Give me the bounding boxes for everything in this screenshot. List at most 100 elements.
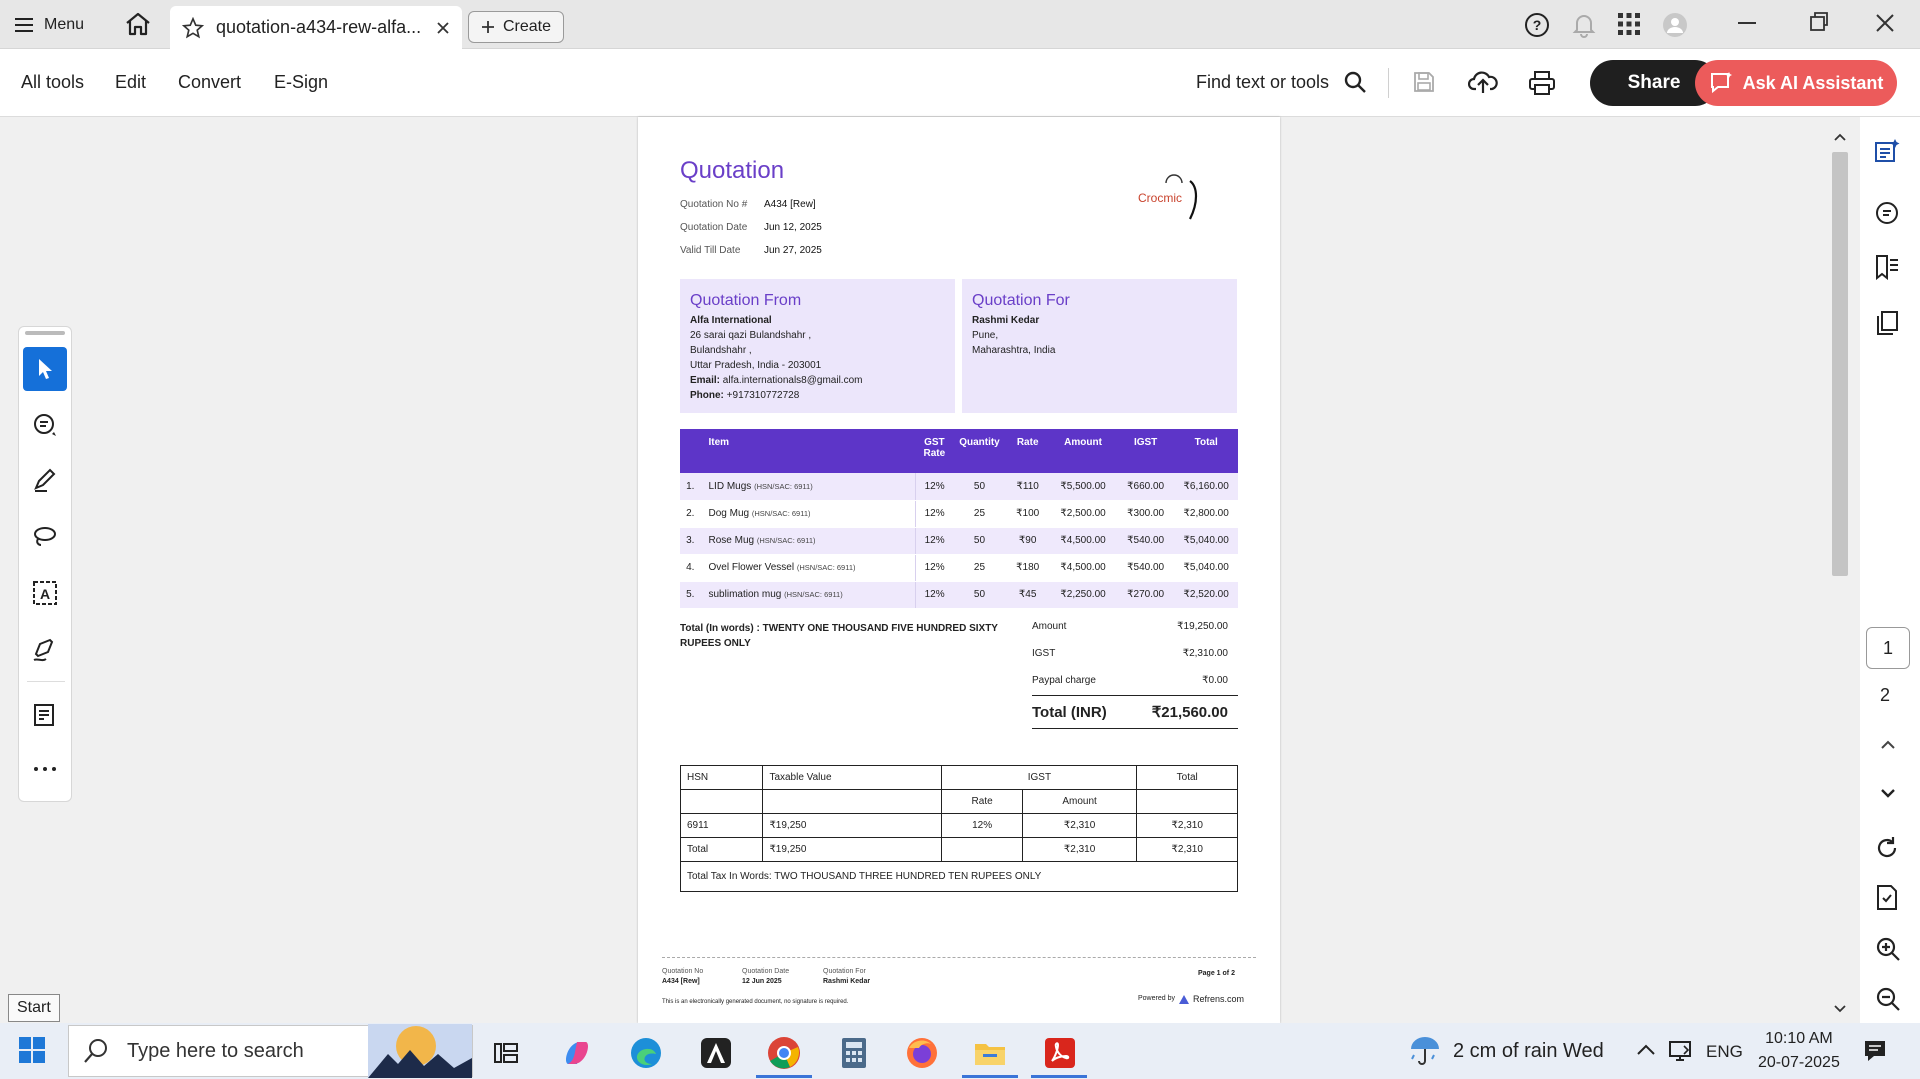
- profile-button[interactable]: [1662, 12, 1688, 38]
- item-hsn: (HSN/SAC: 6911): [784, 590, 843, 599]
- document-tab[interactable]: quotation-a434-rew-alfa...: [170, 6, 462, 49]
- menu-e-sign[interactable]: E-Sign: [274, 72, 328, 93]
- item-gst: 12%: [915, 554, 953, 582]
- for-heading: Quotation For: [972, 292, 1070, 309]
- draw-tool[interactable]: [23, 515, 67, 559]
- show-hidden-icons-button[interactable]: [1636, 1042, 1656, 1056]
- item-gst: 12%: [915, 473, 953, 501]
- company-logo: Crocmic: [1138, 169, 1208, 231]
- col-item: Item: [700, 429, 916, 473]
- maximize-button[interactable]: [1808, 8, 1830, 38]
- zoom-out-button[interactable]: [1875, 986, 1901, 1012]
- next-page-button[interactable]: [1880, 788, 1896, 798]
- svg-text:?: ?: [1533, 17, 1542, 33]
- edge-button[interactable]: [626, 1033, 666, 1073]
- bookmarks-button[interactable]: [1874, 254, 1900, 280]
- notification-center-button[interactable]: [1862, 1038, 1888, 1064]
- folder-icon: [975, 1044, 1005, 1065]
- zoom-out-icon: [1876, 987, 1900, 1011]
- zoom-in-button[interactable]: [1875, 936, 1901, 962]
- close-icon: [1876, 14, 1894, 32]
- item-name-cell: Rose Mug (HSN/SAC: 6911): [700, 527, 917, 555]
- close-window-button[interactable]: [1874, 8, 1896, 38]
- tax-words-row: Total Tax In Words: TWO THOUSAND THREE H…: [680, 861, 1238, 892]
- help-button[interactable]: ?: [1524, 12, 1550, 38]
- comment-tool[interactable]: [23, 403, 67, 447]
- item-gst: 12%: [915, 500, 953, 528]
- start-button[interactable]: [18, 1036, 46, 1064]
- minimize-button[interactable]: [1736, 8, 1758, 38]
- svg-text:A: A: [40, 586, 50, 602]
- close-tab-icon[interactable]: [436, 21, 450, 35]
- clock[interactable]: 10:10 AM 20-07-2025: [1758, 1027, 1840, 1075]
- item-no: 2.: [680, 500, 701, 528]
- home-button[interactable]: [124, 11, 152, 37]
- item-qty: 25: [952, 554, 1007, 582]
- comments-panel-button[interactable]: [1874, 138, 1900, 164]
- ask-ai-assistant-button[interactable]: Ask AI Assistant: [1695, 60, 1897, 106]
- scroll-down-button[interactable]: [1833, 1004, 1847, 1014]
- item-name-cell: sublimation mug (HSN/SAC: 6911): [700, 581, 917, 609]
- item-amount: ₹2,250.00: [1049, 581, 1117, 609]
- item-name: sublimation mug: [708, 589, 782, 600]
- apps-button[interactable]: [1617, 12, 1641, 36]
- find-text-button[interactable]: Find text or tools: [1196, 70, 1367, 94]
- highlight-tool[interactable]: [23, 459, 67, 503]
- menu-all-tools[interactable]: All tools: [21, 72, 84, 93]
- upload-button[interactable]: [1468, 69, 1498, 95]
- tax-col-rate: Rate: [941, 789, 1023, 814]
- previous-page-button[interactable]: [1880, 740, 1896, 750]
- copilot-button[interactable]: [557, 1033, 597, 1073]
- page-thumbnails-button[interactable]: [1874, 310, 1900, 336]
- page-tools-button[interactable]: [1875, 884, 1901, 912]
- footer-powered-by: Powered by Refrens.com: [1138, 994, 1244, 1004]
- signature-pen-icon: [33, 638, 54, 662]
- item-igst: ₹300.00: [1116, 500, 1175, 528]
- select-tool[interactable]: [23, 347, 67, 391]
- sign-tool[interactable]: [23, 627, 67, 671]
- calculator-icon: [842, 1038, 866, 1068]
- create-button[interactable]: Create: [468, 11, 565, 43]
- current-page-indicator[interactable]: 1: [1866, 627, 1910, 669]
- notifications-button[interactable]: [1572, 12, 1596, 38]
- star-icon[interactable]: [182, 16, 204, 39]
- scroll-up-button[interactable]: [1833, 132, 1847, 142]
- chrome-button[interactable]: [764, 1033, 804, 1073]
- next-page-number[interactable]: 2: [1880, 685, 1890, 706]
- adobe-reader-button[interactable]: [1040, 1033, 1080, 1073]
- tax-hsn: Total: [679, 837, 764, 862]
- item-hsn: (HSN/SAC: 6911): [754, 481, 813, 491]
- tax-col-igst: IGST: [941, 765, 1138, 790]
- footer-value: 12 Jun 2025: [742, 978, 782, 985]
- toolbar-divider: [1388, 68, 1389, 98]
- explorer-active-indicator: [962, 1075, 1018, 1078]
- rotate-button[interactable]: [1875, 836, 1899, 860]
- firefox-button[interactable]: [902, 1033, 942, 1073]
- item-amount: ₹2,500.00: [1049, 500, 1117, 528]
- scroll-thumb[interactable]: [1832, 152, 1848, 576]
- calculator-button[interactable]: [834, 1033, 874, 1073]
- print-button[interactable]: [1528, 70, 1556, 96]
- tax-taxable: ₹19,250: [762, 837, 943, 862]
- form-tool[interactable]: [23, 693, 67, 737]
- rail-drag-handle[interactable]: [25, 331, 65, 335]
- col-gst: GST Rate: [915, 429, 953, 473]
- weather-widget[interactable]: [1408, 1033, 1442, 1067]
- summary-key: Paypal charge: [1032, 675, 1096, 686]
- task-view-button[interactable]: [486, 1033, 526, 1073]
- save-button[interactable]: [1412, 70, 1436, 94]
- language-indicator[interactable]: ENG: [1706, 1042, 1743, 1062]
- menu-button[interactable]: Menu: [14, 10, 84, 40]
- text-box-tool[interactable]: A: [23, 571, 67, 615]
- comment-list-button[interactable]: [1874, 200, 1900, 226]
- network-icon: [1669, 1041, 1691, 1061]
- more-tools-button[interactable]: [23, 747, 67, 791]
- footer-key: Quotation No: [662, 968, 704, 975]
- menu-edit[interactable]: Edit: [115, 72, 146, 93]
- file-explorer-button[interactable]: [970, 1033, 1010, 1073]
- menu-convert[interactable]: Convert: [178, 72, 241, 93]
- email-label: Email:: [690, 375, 721, 386]
- network-button[interactable]: [1668, 1038, 1694, 1062]
- acrobat-button[interactable]: [696, 1033, 736, 1073]
- meta-valid-till: Valid Till Date Jun 27, 2025: [680, 245, 822, 256]
